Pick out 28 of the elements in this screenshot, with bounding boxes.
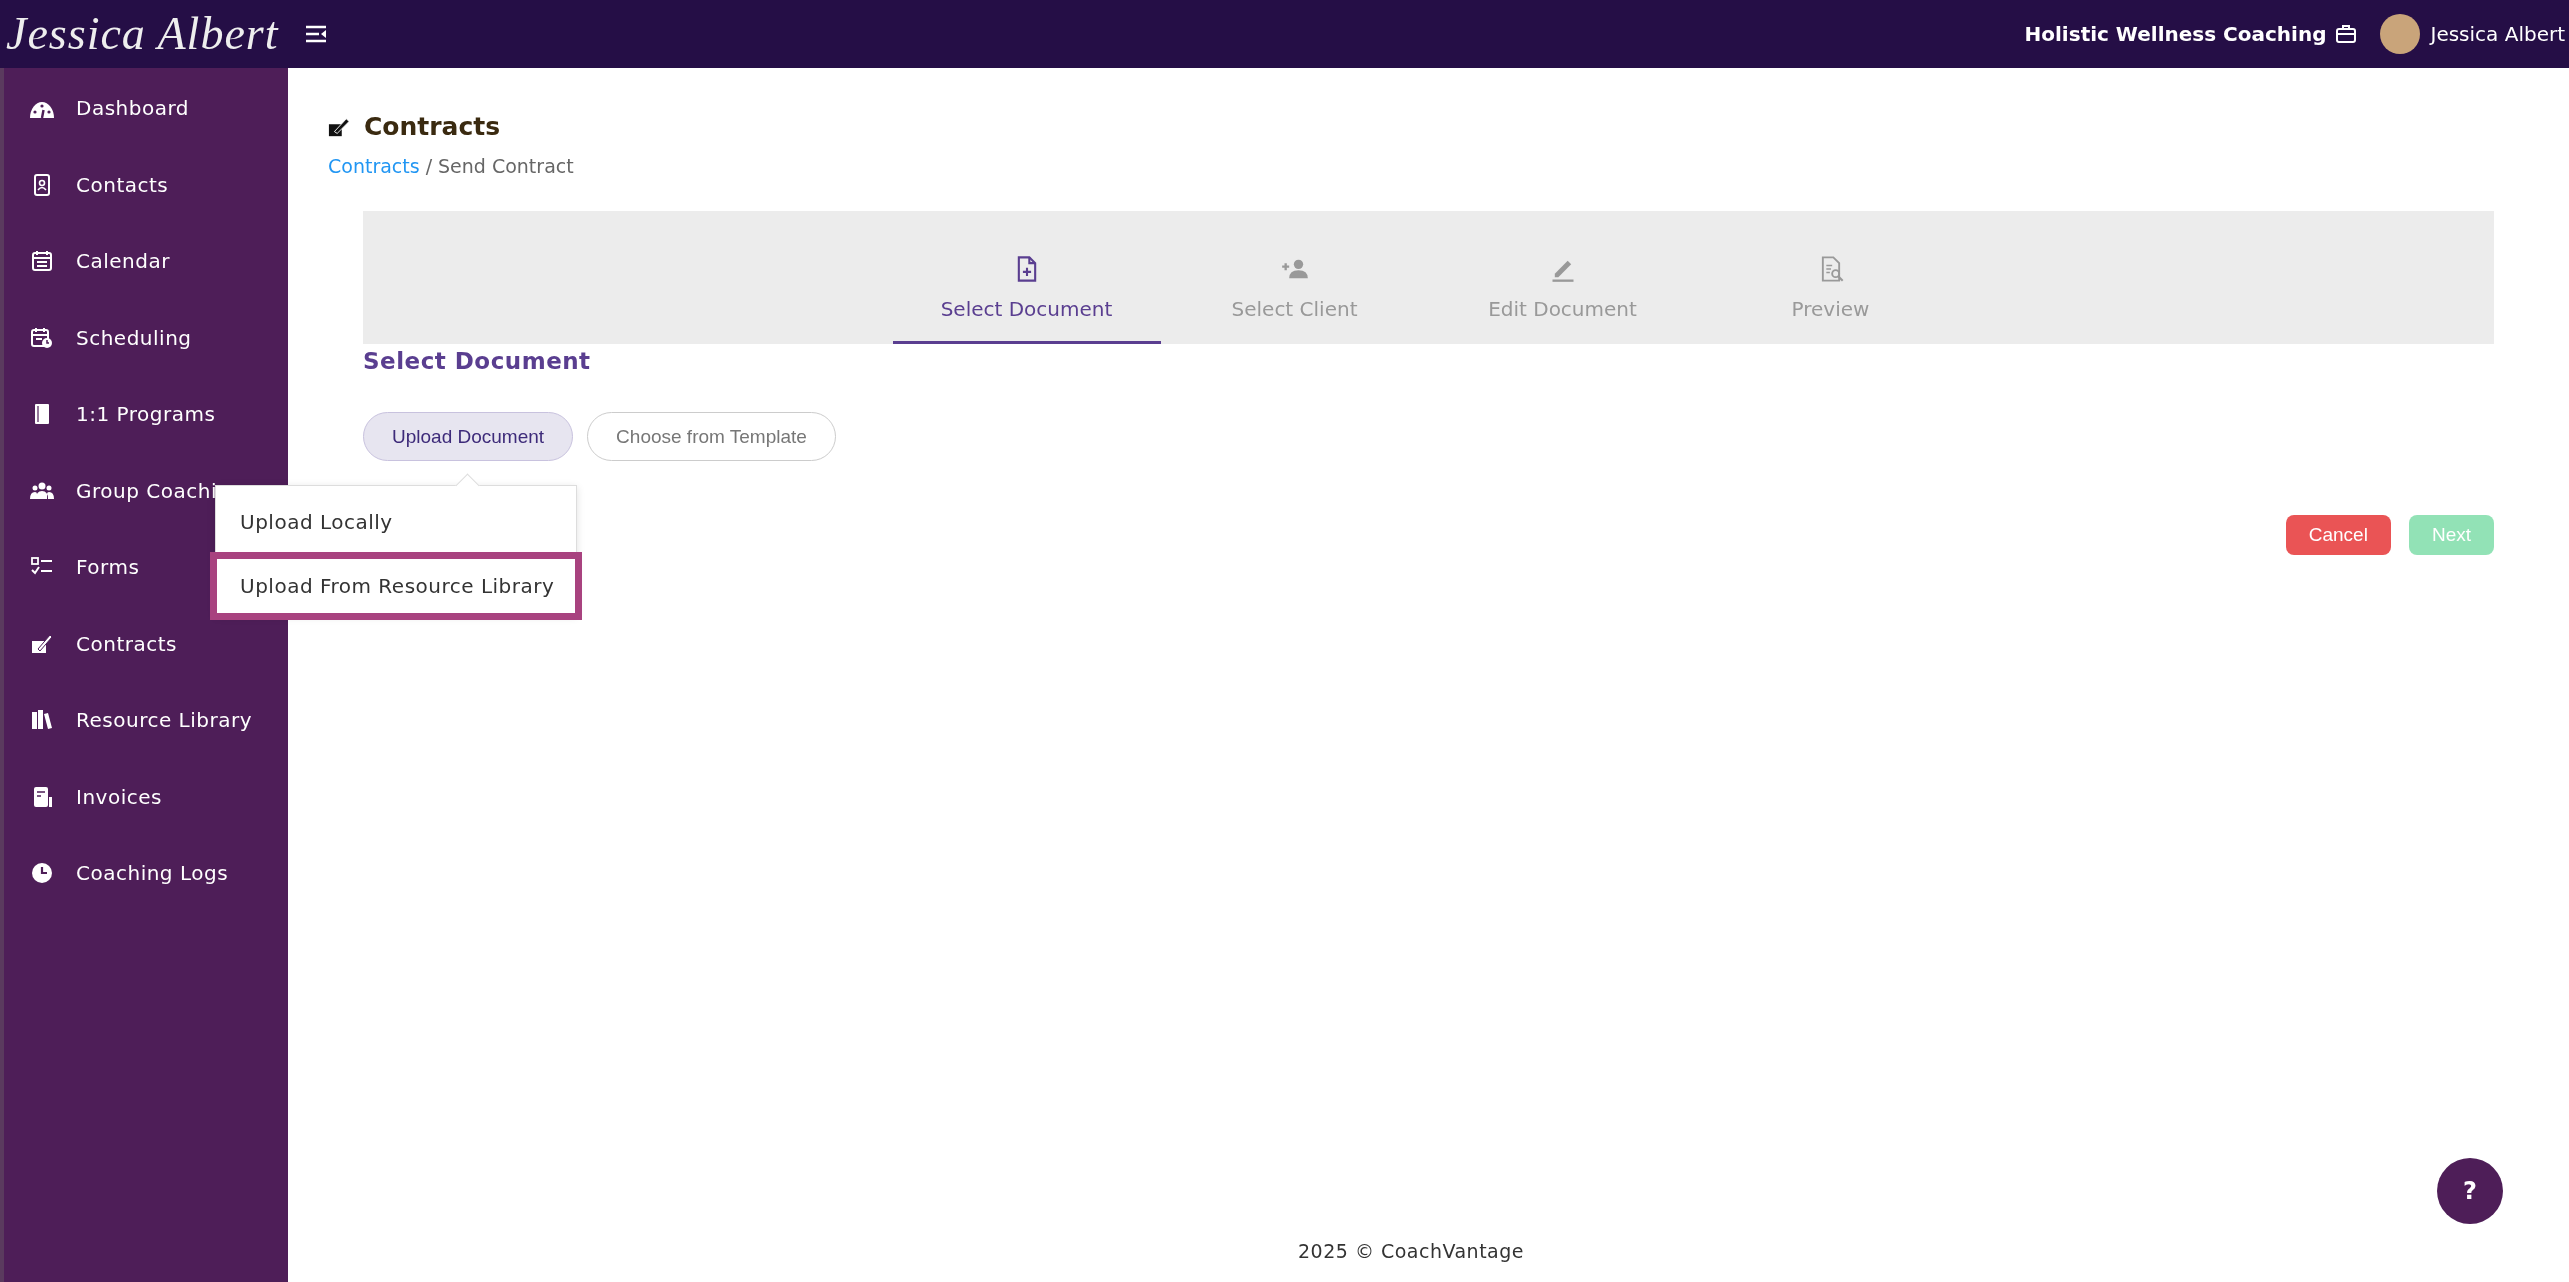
sidebar-item[interactable]: Scheduling: [4, 299, 288, 376]
source-toggle[interactable]: Choose from Template: [587, 412, 836, 461]
breadcrumb-current: Send Contract: [438, 155, 574, 177]
sidebar-item[interactable]: Resource Library: [4, 682, 288, 759]
section-title: Select Document: [363, 348, 592, 374]
signing-icon: [328, 115, 350, 138]
page-title: Contracts: [364, 112, 501, 141]
logo-signature: Jessica Albert: [5, 7, 280, 62]
nav-icon: [30, 325, 54, 350]
step-tab[interactable]: Select Document: [892, 254, 1161, 344]
sidebar-item[interactable]: Dashboard: [4, 70, 288, 147]
sidebar-item[interactable]: Coaching Logs: [4, 835, 288, 912]
help-button[interactable]: ?: [2437, 1158, 2503, 1224]
sidebar-item[interactable]: Contacts: [4, 146, 288, 223]
nav-icon: [30, 861, 54, 886]
breadcrumb-separator: /: [425, 155, 433, 177]
sidebar-item[interactable]: Calendar: [4, 223, 288, 300]
avatar[interactable]: [2380, 14, 2421, 54]
business-name: Holistic Wellness Coaching: [2024, 22, 2327, 46]
source-toggle[interactable]: Upload Document: [363, 412, 574, 461]
footer-text: 2025 © CoachVantage: [1297, 1240, 1525, 1264]
briefcase-icon[interactable]: [2336, 25, 2357, 43]
sidebar-item[interactable]: Invoices: [4, 758, 288, 835]
nav-icon: [30, 249, 54, 274]
sidebar-item[interactable]: 1:1 Programs: [4, 376, 288, 453]
menu-item[interactable]: Upload Locally: [216, 494, 576, 550]
user-name[interactable]: Jessica Albert: [2430, 22, 2569, 46]
cancel-button[interactable]: Cancel: [2285, 515, 2391, 555]
